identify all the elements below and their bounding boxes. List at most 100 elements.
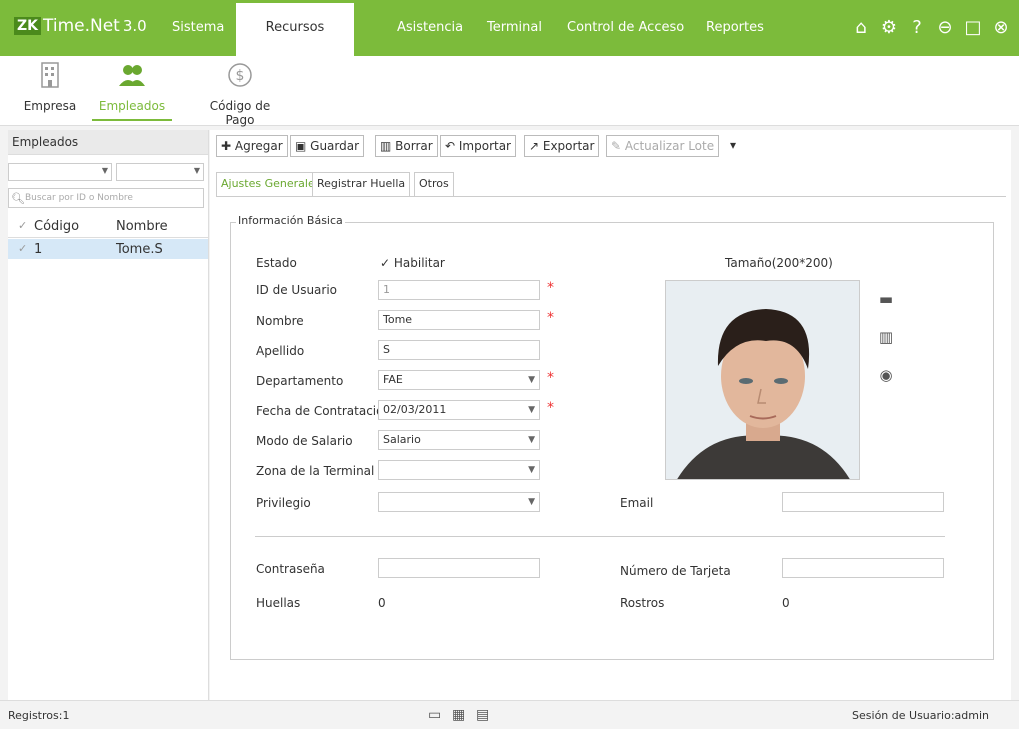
row-checkbox[interactable]: ✓: [18, 242, 27, 255]
select-all-checkbox[interactable]: ✓: [18, 219, 27, 232]
tab-registrar-huella[interactable]: Registrar Huella: [312, 172, 411, 196]
salario-select[interactable]: Salario ▼: [378, 430, 540, 450]
trash-icon[interactable]: ▥: [877, 328, 895, 346]
estado-label: Estado: [256, 256, 297, 270]
portrait-image: [666, 281, 859, 479]
people-icon: [119, 65, 145, 86]
user-id-label: ID de Usuario: [256, 283, 338, 297]
folder-icon[interactable]: ▬: [877, 290, 895, 308]
trash-icon: ▥: [380, 139, 396, 153]
required-marker: *: [547, 310, 554, 326]
tarjeta-label: Número de Tarjeta: [620, 564, 731, 578]
tarjeta-field[interactable]: [782, 558, 944, 578]
batch-update-button[interactable]: ✎ Actualizar Lote: [606, 135, 720, 157]
row-name: Tome.S: [116, 242, 163, 257]
camera-icon[interactable]: ◉: [877, 366, 895, 384]
submenu-empleados[interactable]: Empleados: [92, 60, 172, 121]
menu-asistencia[interactable]: Asistencia: [397, 0, 463, 56]
col-nombre[interactable]: Nombre: [116, 219, 168, 234]
menu-terminal[interactable]: Terminal: [487, 0, 542, 56]
save-label: Guardar: [310, 139, 360, 153]
tab-otros[interactable]: Otros: [414, 172, 454, 196]
fecha-contratacion-field[interactable]: 02/03/2011 ▼: [378, 400, 540, 420]
terminal-icon[interactable]: ▦: [452, 707, 468, 723]
zona-select[interactable]: ▼: [378, 460, 540, 480]
employee-list-panel: Empleados ▼ ▼ 🔍︎ Buscar por ID o Nombre …: [8, 130, 209, 700]
tab-divider: [216, 196, 1006, 197]
chevron-down-icon: ▾: [730, 138, 737, 152]
menu-recursos-humanos[interactable]: Recursos Humanos: [236, 0, 354, 85]
submenu-codigo-pago[interactable]: $ Código de Pago: [200, 60, 280, 127]
module-toolbar: Empresa Empleados $ Código de Pago: [0, 56, 1019, 127]
chevron-down-icon: ▼: [528, 497, 535, 507]
contrasena-field[interactable]: [378, 558, 540, 578]
settings-icon[interactable]: ⚙: [879, 18, 899, 38]
logo-badge: ZK: [14, 17, 41, 35]
export-icon: ↗: [529, 139, 543, 153]
fecha-value: 02/03/2011: [383, 403, 447, 416]
id-card-icon[interactable]: ▭: [428, 707, 444, 723]
minimize-icon[interactable]: ⊖: [935, 18, 955, 38]
menu-reportes[interactable]: Reportes: [706, 0, 764, 56]
home-icon[interactable]: ⌂: [851, 18, 871, 38]
chevron-down-icon: ▼: [528, 435, 535, 445]
departamento-select[interactable]: FAE ▼: [378, 370, 540, 390]
session-user: Sesión de Usuario:admin: [852, 709, 989, 722]
required-marker: *: [547, 280, 554, 296]
huellas-label: Huellas: [256, 596, 301, 610]
chevron-down-icon: ▼: [528, 375, 535, 385]
panel-title: Empleados: [8, 130, 208, 155]
filter-combo-1[interactable]: ▼: [8, 163, 112, 181]
app-brand: Time.Net: [43, 16, 120, 36]
table-row[interactable]: ✓ 1 Tome.S: [8, 239, 208, 259]
search-input[interactable]: 🔍︎ Buscar por ID o Nombre: [8, 188, 204, 208]
nombre-field[interactable]: Tome: [378, 310, 540, 330]
salario-value: Salario: [383, 433, 421, 446]
close-icon[interactable]: ⊗: [991, 18, 1011, 38]
svg-text:$: $: [236, 68, 245, 84]
save-button[interactable]: ▣ Guardar: [290, 135, 365, 157]
apellido-field[interactable]: S: [378, 340, 540, 360]
menu-control-acceso[interactable]: Control de Acceso: [567, 0, 684, 56]
apellido-label: Apellido: [256, 344, 305, 358]
user-id-field[interactable]: 1: [378, 280, 540, 300]
maximize-icon[interactable]: □: [963, 18, 983, 38]
more-dropdown[interactable]: ▾: [726, 135, 741, 157]
submenu-empresa[interactable]: Empresa: [20, 60, 80, 113]
required-marker: *: [547, 400, 554, 416]
menu-sistema[interactable]: Sistema: [172, 0, 224, 56]
app-version: 3.0: [122, 17, 147, 35]
habilitar-checkbox[interactable]: ✓ Habilitar: [380, 256, 445, 270]
privilegio-select[interactable]: ▼: [378, 492, 540, 512]
help-icon[interactable]: ?: [907, 18, 927, 38]
batch-update-label: Actualizar Lote: [624, 139, 715, 153]
search-placeholder: Buscar por ID o Nombre: [25, 193, 133, 203]
add-button[interactable]: ✚ Agregar: [216, 135, 288, 157]
row-code: 1: [34, 242, 43, 257]
building-icon: [41, 62, 59, 88]
submenu-label: Empleados: [98, 99, 166, 113]
departamento-value: FAE: [383, 373, 403, 386]
email-field[interactable]: [782, 492, 944, 512]
check-icon: ✓: [380, 256, 394, 270]
col-codigo[interactable]: Código: [34, 219, 79, 234]
tab-ajustes-generales[interactable]: Ajustes Generales: [216, 172, 326, 196]
import-button[interactable]: ↶ Importar: [440, 135, 516, 157]
section-divider: [255, 536, 945, 537]
document-icon[interactable]: ▤: [476, 707, 492, 723]
zona-label: Zona de la Terminal: [256, 464, 375, 478]
filter-combo-2[interactable]: ▼: [116, 163, 204, 181]
top-menu-bar: ZK Time.Net 3.0 Sistema Recursos Humanos…: [0, 0, 1019, 85]
required-marker: *: [547, 370, 554, 386]
export-button[interactable]: ↗ Exportar: [524, 135, 600, 157]
delete-label: Borrar: [395, 139, 433, 153]
huellas-value: 0: [378, 596, 386, 610]
habilitar-label: Habilitar: [393, 256, 445, 270]
delete-button[interactable]: ▥ Borrar: [375, 135, 438, 157]
salario-label: Modo de Salario: [256, 434, 353, 448]
employee-detail-panel: ✚ Agregar ▣ Guardar ▥ Borrar ↶ Importar …: [210, 130, 1011, 700]
edit-icon: ✎: [611, 139, 625, 153]
section-title: Información Básica: [236, 214, 345, 227]
rostros-value: 0: [782, 596, 790, 610]
email-label: Email: [620, 496, 654, 510]
